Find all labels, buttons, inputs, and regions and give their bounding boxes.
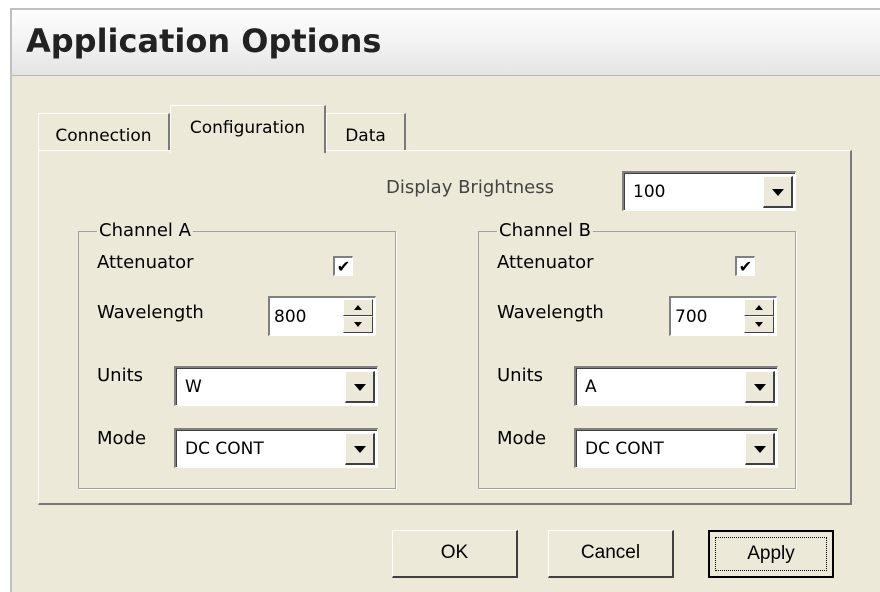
channel-b-mode-label: Mode	[497, 428, 547, 449]
channel-b-wavelength-value: 700	[675, 307, 708, 327]
display-brightness-select[interactable]: 100	[622, 171, 796, 211]
channel-a-attenuator-checkbox[interactable]: ✔	[333, 256, 353, 276]
channel-a-units-dropdown-button[interactable]	[345, 371, 375, 403]
channel-b-wavelength-label: Wavelength	[497, 302, 604, 323]
channel-a-group: Channel A Attenuator ✔ Wavelength 800 Un…	[78, 220, 396, 489]
channel-a-wavelength-up-button[interactable]	[343, 299, 373, 316]
channel-b-units-select[interactable]: A	[574, 366, 778, 406]
check-icon: ✔	[336, 257, 351, 276]
channel-a-mode-select[interactable]: DC CONT	[174, 428, 378, 468]
channel-a-attenuator-label: Attenuator	[97, 252, 194, 273]
window-title: Application Options	[26, 22, 382, 60]
channel-b-group: Channel B Attenuator ✔ Wavelength 700 Un…	[478, 220, 796, 489]
channel-a-mode-dropdown-button[interactable]	[345, 433, 375, 465]
channel-b-units-value: A	[585, 377, 597, 397]
tab-data[interactable]: Data	[326, 113, 406, 153]
channel-b-title: Channel B	[497, 220, 593, 241]
channel-b-units-label: Units	[497, 365, 544, 386]
chevron-down-icon	[354, 446, 366, 453]
apply-button-label: Apply	[715, 537, 827, 571]
configuration-panel: Display Brightness 100 Channel A Attenua…	[38, 150, 852, 505]
channel-a-title: Channel A	[97, 220, 193, 241]
channel-a-units-value: W	[185, 377, 202, 397]
arrow-down-icon	[354, 322, 362, 327]
arrow-up-icon	[755, 305, 763, 310]
chevron-down-icon	[754, 446, 766, 453]
chevron-down-icon	[754, 384, 766, 391]
apply-button[interactable]: Apply	[708, 530, 834, 578]
channel-b-wavelength-spinner[interactable]: 700	[669, 296, 777, 336]
channel-a-wavelength-value: 800	[274, 307, 307, 327]
cancel-button[interactable]: Cancel	[548, 530, 674, 578]
title-bar[interactable]: Application Options	[12, 10, 880, 76]
channel-a-wavelength-spinner[interactable]: 800	[268, 296, 376, 336]
channel-b-wavelength-up-button[interactable]	[744, 299, 774, 316]
channel-b-attenuator-checkbox[interactable]: ✔	[735, 256, 755, 276]
channel-b-mode-select[interactable]: DC CONT	[574, 428, 778, 468]
display-brightness-value: 100	[633, 182, 666, 202]
tab-configuration[interactable]: Configuration	[170, 105, 326, 153]
channel-a-mode-value: DC CONT	[185, 439, 264, 459]
channel-b-mode-value: DC CONT	[585, 439, 664, 459]
display-brightness-label: Display Brightness	[386, 177, 554, 198]
channel-a-units-label: Units	[97, 365, 144, 386]
channel-a-wavelength-down-button[interactable]	[343, 316, 373, 333]
channel-b-wavelength-down-button[interactable]	[744, 316, 774, 333]
arrow-up-icon	[354, 305, 362, 310]
display-brightness-dropdown-button[interactable]	[763, 176, 793, 208]
channel-a-wavelength-label: Wavelength	[97, 302, 204, 323]
tab-connection-label: Connection	[55, 126, 152, 146]
channel-b-units-dropdown-button[interactable]	[745, 371, 775, 403]
tab-data-label: Data	[345, 126, 386, 146]
ok-button[interactable]: OK	[392, 530, 518, 578]
check-icon: ✔	[738, 257, 753, 276]
channel-b-mode-dropdown-button[interactable]	[745, 433, 775, 465]
channel-a-mode-label: Mode	[97, 428, 147, 449]
arrow-down-icon	[755, 322, 763, 327]
application-options-window: Application Options Connection Configura…	[10, 8, 880, 592]
channel-b-attenuator-label: Attenuator	[497, 252, 594, 273]
tab-configuration-label: Configuration	[189, 118, 306, 138]
chevron-down-icon	[354, 384, 366, 391]
tab-connection[interactable]: Connection	[38, 113, 170, 153]
channel-a-units-select[interactable]: W	[174, 366, 378, 406]
chevron-down-icon	[772, 189, 784, 196]
